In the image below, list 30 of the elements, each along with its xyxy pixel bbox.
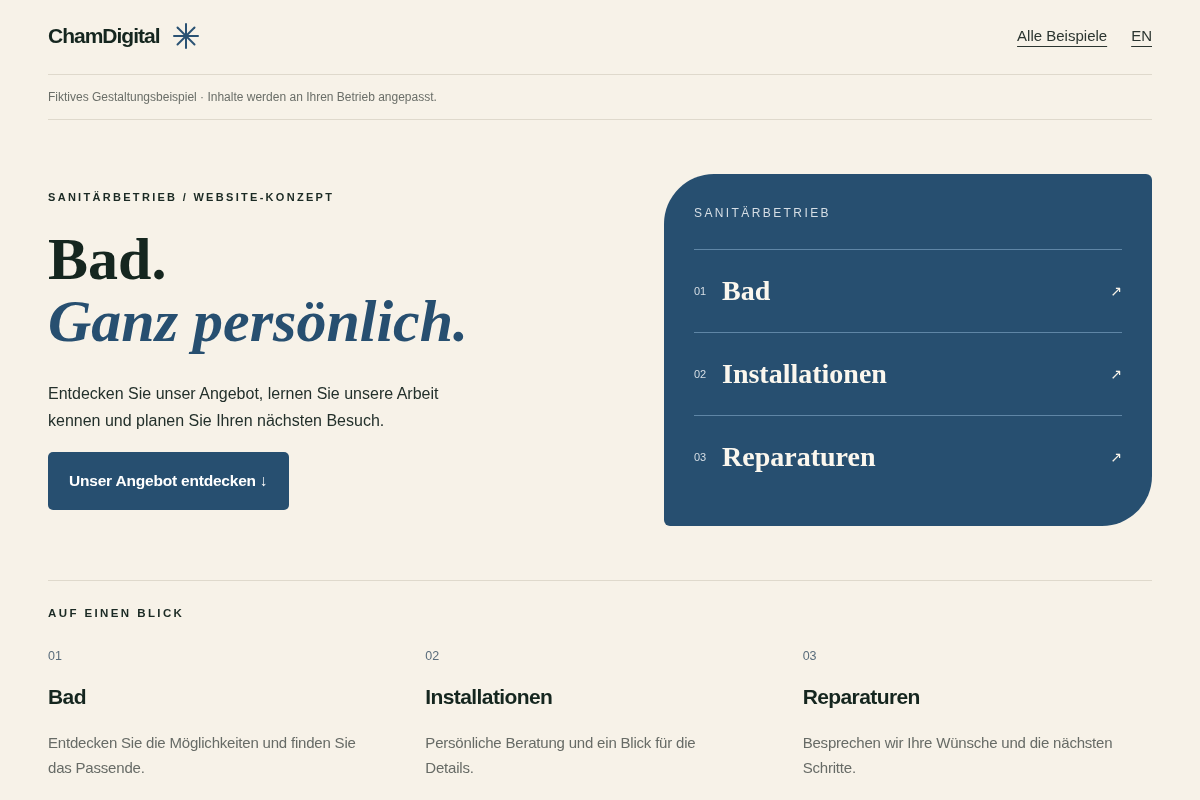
nav-link[interactable]: Alle Beispiele [1017, 27, 1108, 44]
item-description: Besprechen wir Ihre Wünsche und die nächsten Schritte. [802, 733, 1114, 778]
notice-text: Fiktives Gestaltungsbeispiel · Inhalte werden an Ihren Betrieb angepasst. [48, 89, 438, 106]
arrow-icon: ↗ [1110, 366, 1122, 382]
item-number: 03 [694, 451, 708, 463]
item-title: Bad [48, 684, 86, 710]
service-link[interactable]: Bad [722, 275, 1111, 307]
item-number: 01 [694, 285, 708, 297]
service-link[interactable]: Installationen [722, 358, 1111, 390]
card-label: SANITÄRBETRIEB [694, 205, 832, 222]
nav-link[interactable]: EN [1131, 27, 1152, 44]
eyebrow-label: SANITÄRBETRIEB / WEBSITE-KONZEPT [48, 190, 336, 204]
logo-wordmark: ChamDigital [48, 23, 160, 48]
item-title: Reparaturen [802, 684, 920, 710]
item-number: 03 [802, 648, 817, 664]
item-number: 01 [48, 648, 62, 664]
item-description: Persönliche Beratung und ein Blick für die Details. [425, 733, 697, 778]
item-description: Entdecken Sie die Möglichkeiten und finden Sie das Passende. [48, 733, 357, 778]
item-number: 02 [694, 368, 708, 380]
item-title: Installationen [425, 684, 553, 710]
arrow-icon: ↗ [1110, 449, 1122, 465]
intro-text: Entdecken Sie unser Angebot, lernen Sie unsere Arbeit kennen und planen Sie Ihren nächsten Besuch. [48, 384, 440, 431]
service-link[interactable]: Reparaturen [722, 441, 1111, 473]
asterisk-icon [172, 22, 199, 49]
headline-first-line: Bad. [48, 228, 168, 290]
headline-second-line: Ganz persönlich. [48, 290, 470, 352]
cta-button[interactable]: Unser Angebot entdecken ↓ [48, 452, 289, 510]
arrow-icon: ↗ [1110, 283, 1122, 299]
item-number: 02 [425, 648, 440, 664]
section-heading: AUF EINEN BLICK [48, 606, 186, 621]
